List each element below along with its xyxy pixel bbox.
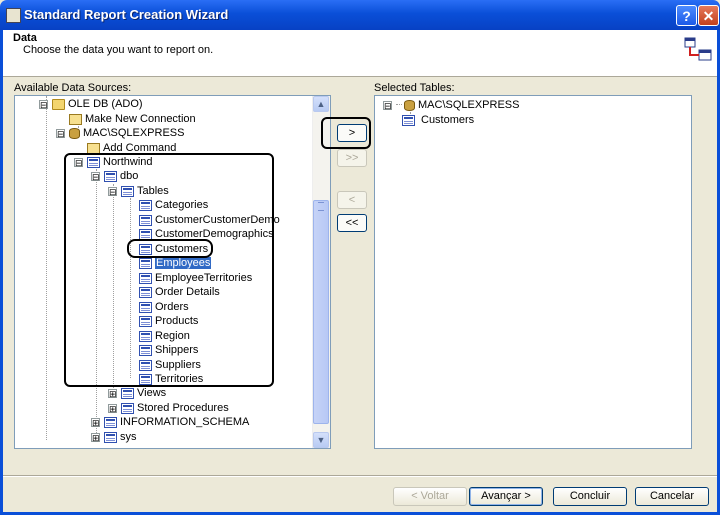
wizard-header: Data Choose the data you want to report … [3, 30, 717, 77]
tree-node-oledb[interactable]: ⊟ OLE DB (ADO) [39, 97, 143, 111]
add-button[interactable]: > [337, 124, 367, 142]
page-subtitle: Choose the data you want to report on. [23, 44, 214, 56]
node-label: MAC\SQLEXPRESS [83, 127, 185, 140]
node-label: INFORMATION_SCHEMA [120, 416, 250, 429]
server-icon [69, 127, 80, 139]
node-label: Views [137, 387, 167, 400]
folder-icon [52, 98, 65, 110]
expand-toggle[interactable]: ⊞ [91, 417, 100, 427]
scroll-down-icon[interactable]: ▼ [313, 432, 329, 448]
expand-toggle[interactable]: ⊞ [108, 388, 117, 398]
next-button[interactable]: Avançar > [469, 487, 543, 506]
tree-node-information-schema[interactable]: ⊞ INFORMATION_SCHEMA [91, 415, 249, 429]
page-title: Data [13, 32, 37, 44]
collapse-toggle[interactable]: ⊟ [383, 100, 392, 110]
selected-tables-label: Selected Tables: [374, 82, 455, 94]
finish-button[interactable]: Concluir [553, 487, 627, 506]
annotation-outline [127, 239, 213, 258]
scroll-grip-icon [318, 202, 324, 211]
tree-node-server[interactable]: ⊟ MAC\SQLEXPRESS [383, 98, 519, 112]
table-icon [402, 114, 415, 126]
procedures-icon [121, 402, 134, 414]
node-label: sys [120, 431, 137, 444]
server-icon [404, 99, 415, 111]
new-connection-icon [69, 113, 82, 125]
scroll-thumb[interactable] [313, 200, 329, 424]
remove-all-button[interactable]: << [337, 214, 367, 232]
node-label: Customers [421, 114, 475, 127]
app-icon [6, 8, 21, 23]
cancel-button[interactable]: Cancelar [635, 487, 709, 506]
annotation-outline [64, 153, 274, 387]
node-label: OLE DB (ADO) [68, 98, 143, 111]
collapse-toggle[interactable]: ⊟ [56, 128, 65, 138]
tree-node-table-customers[interactable]: Customers [402, 113, 474, 127]
node-label: MAC\SQLEXPRESS [418, 99, 520, 112]
help-button[interactable]: ? [676, 5, 697, 26]
expand-toggle[interactable]: ⊞ [108, 403, 117, 413]
tree-node-server[interactable]: ⊟ MAC\SQLEXPRESS [56, 126, 184, 140]
remove-button[interactable]: < [337, 191, 367, 209]
add-all-button[interactable]: >> [337, 149, 367, 167]
back-button[interactable]: < Voltar [393, 487, 467, 506]
window-title: Standard Report Creation Wizard [24, 7, 229, 22]
wizard-tables-icon [684, 37, 712, 61]
node-label: Make New Connection [85, 113, 196, 126]
schema-icon [104, 416, 117, 428]
tree-guide [396, 104, 402, 105]
tree-node-make-new-connection[interactable]: Make New Connection [69, 112, 196, 126]
selected-tables-tree[interactable]: ⊟ MAC\SQLEXPRESS Customers [374, 95, 692, 449]
schema-icon [104, 431, 117, 443]
tree-guide [46, 96, 47, 440]
collapse-toggle[interactable]: ⊟ [39, 99, 48, 109]
tree-node-views[interactable]: ⊞ Views [108, 386, 166, 400]
views-icon [121, 387, 134, 399]
add-command-icon [87, 142, 100, 154]
expand-toggle[interactable]: ⊞ [91, 432, 100, 442]
tree-node-sys[interactable]: ⊞ sys [91, 430, 137, 444]
tree-node-stored-procedures[interactable]: ⊞ Stored Procedures [108, 401, 229, 415]
window-frame-left [0, 30, 3, 515]
close-button[interactable]: ✕ [698, 5, 719, 26]
scroll-up-icon[interactable]: ▲ [313, 96, 329, 112]
node-label: Stored Procedures [137, 402, 229, 415]
available-sources-label: Available Data Sources: [14, 82, 132, 94]
footer-separator [3, 475, 717, 477]
